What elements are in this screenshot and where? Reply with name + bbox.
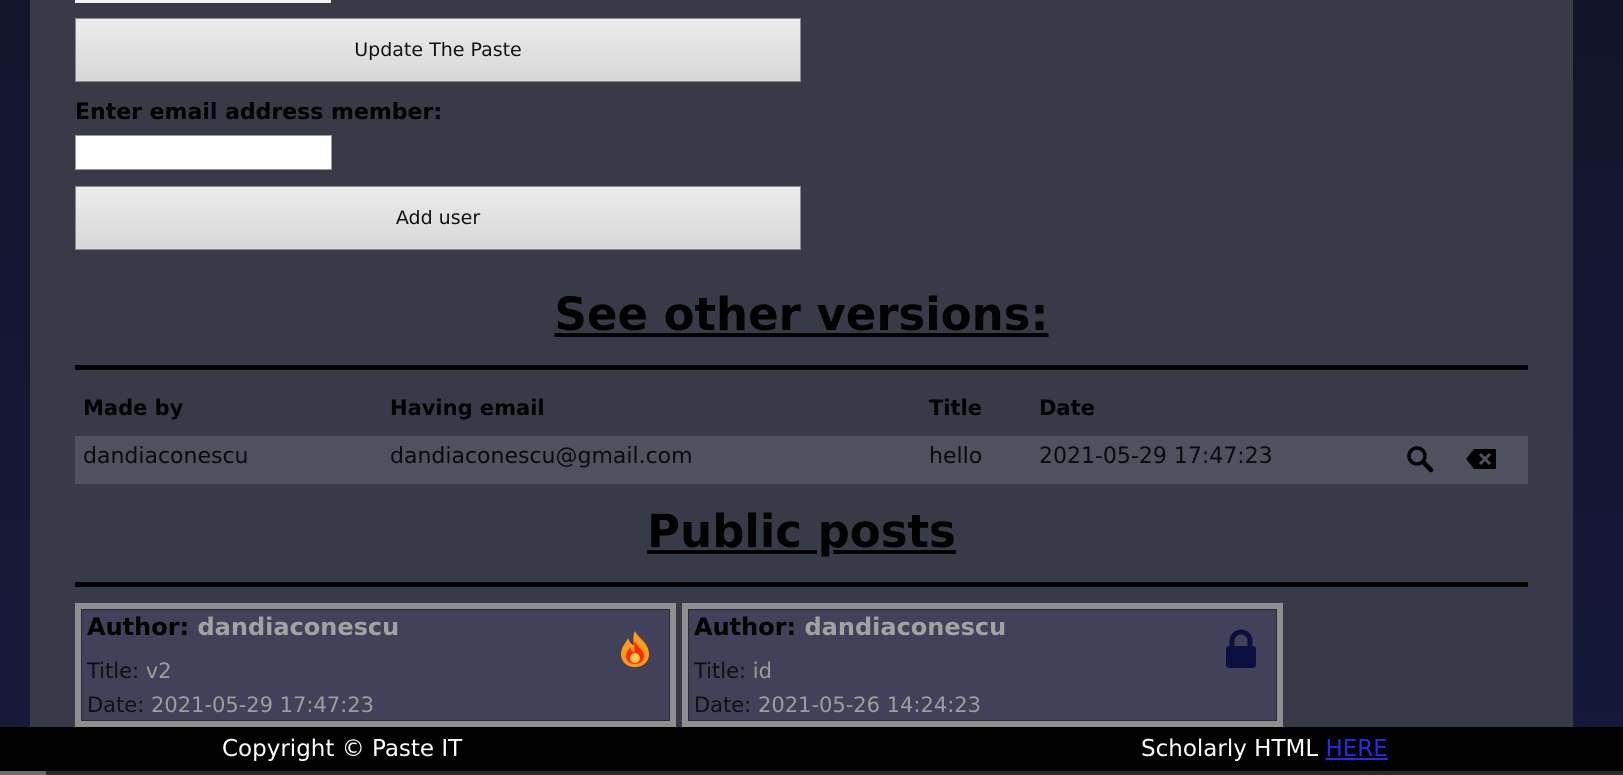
versions-divider (75, 365, 1528, 370)
public-posts-divider (75, 582, 1528, 587)
public-posts-heading: Public posts (647, 505, 956, 558)
copyright-text: Copyright © Paste IT (222, 736, 463, 762)
footer: Copyright © Paste IT Scholarly HTML HERE (0, 727, 1623, 771)
scrollbar-thumb[interactable] (0, 771, 46, 775)
email-label: Enter email address member: (75, 100, 443, 125)
page-background-left (0, 0, 30, 775)
update-paste-button[interactable]: Update The Paste (75, 18, 801, 82)
scholarly-html-link[interactable]: HERE (1325, 736, 1387, 762)
post-author: Author: dandiaconescu (87, 613, 400, 641)
cell-made-by: dandiaconescu (83, 444, 249, 469)
column-header-title: Title (929, 396, 983, 420)
fire-icon (618, 629, 652, 673)
post-date: Date: 2021-05-26 14:24:23 (694, 693, 982, 717)
scholarly-html-text: Scholarly HTML HERE (1141, 736, 1388, 762)
column-header-made-by: Made by (83, 396, 184, 420)
column-header-date: Date (1039, 396, 1095, 420)
cell-email: dandiaconescu@gmail.com (390, 444, 693, 469)
title-input-partial[interactable] (75, 0, 331, 3)
versions-heading: See other versions: (554, 288, 1049, 341)
table-row (75, 436, 1528, 484)
cell-date: 2021-05-29 17:47:23 (1039, 444, 1273, 469)
column-header-email: Having email (390, 396, 545, 420)
post-title: Title: id (694, 659, 772, 683)
post-card[interactable]: Author: dandiaconescu Title: v2 Date: 20… (75, 603, 676, 727)
search-icon[interactable] (1406, 445, 1434, 477)
backspace-delete-icon[interactable] (1465, 448, 1497, 474)
post-card[interactable]: Author: dandiaconescu Title: id Date: 20… (682, 603, 1283, 727)
add-user-button[interactable]: Add user (75, 186, 801, 250)
cell-title: hello (929, 444, 983, 469)
post-title: Title: v2 (87, 659, 172, 683)
page-background-right (1573, 0, 1623, 775)
email-input[interactable] (75, 135, 332, 170)
lock-icon (1223, 629, 1259, 673)
horizontal-scrollbar[interactable] (0, 771, 1623, 775)
post-date: Date: 2021-05-29 17:47:23 (87, 693, 375, 717)
post-author: Author: dandiaconescu (694, 613, 1007, 641)
